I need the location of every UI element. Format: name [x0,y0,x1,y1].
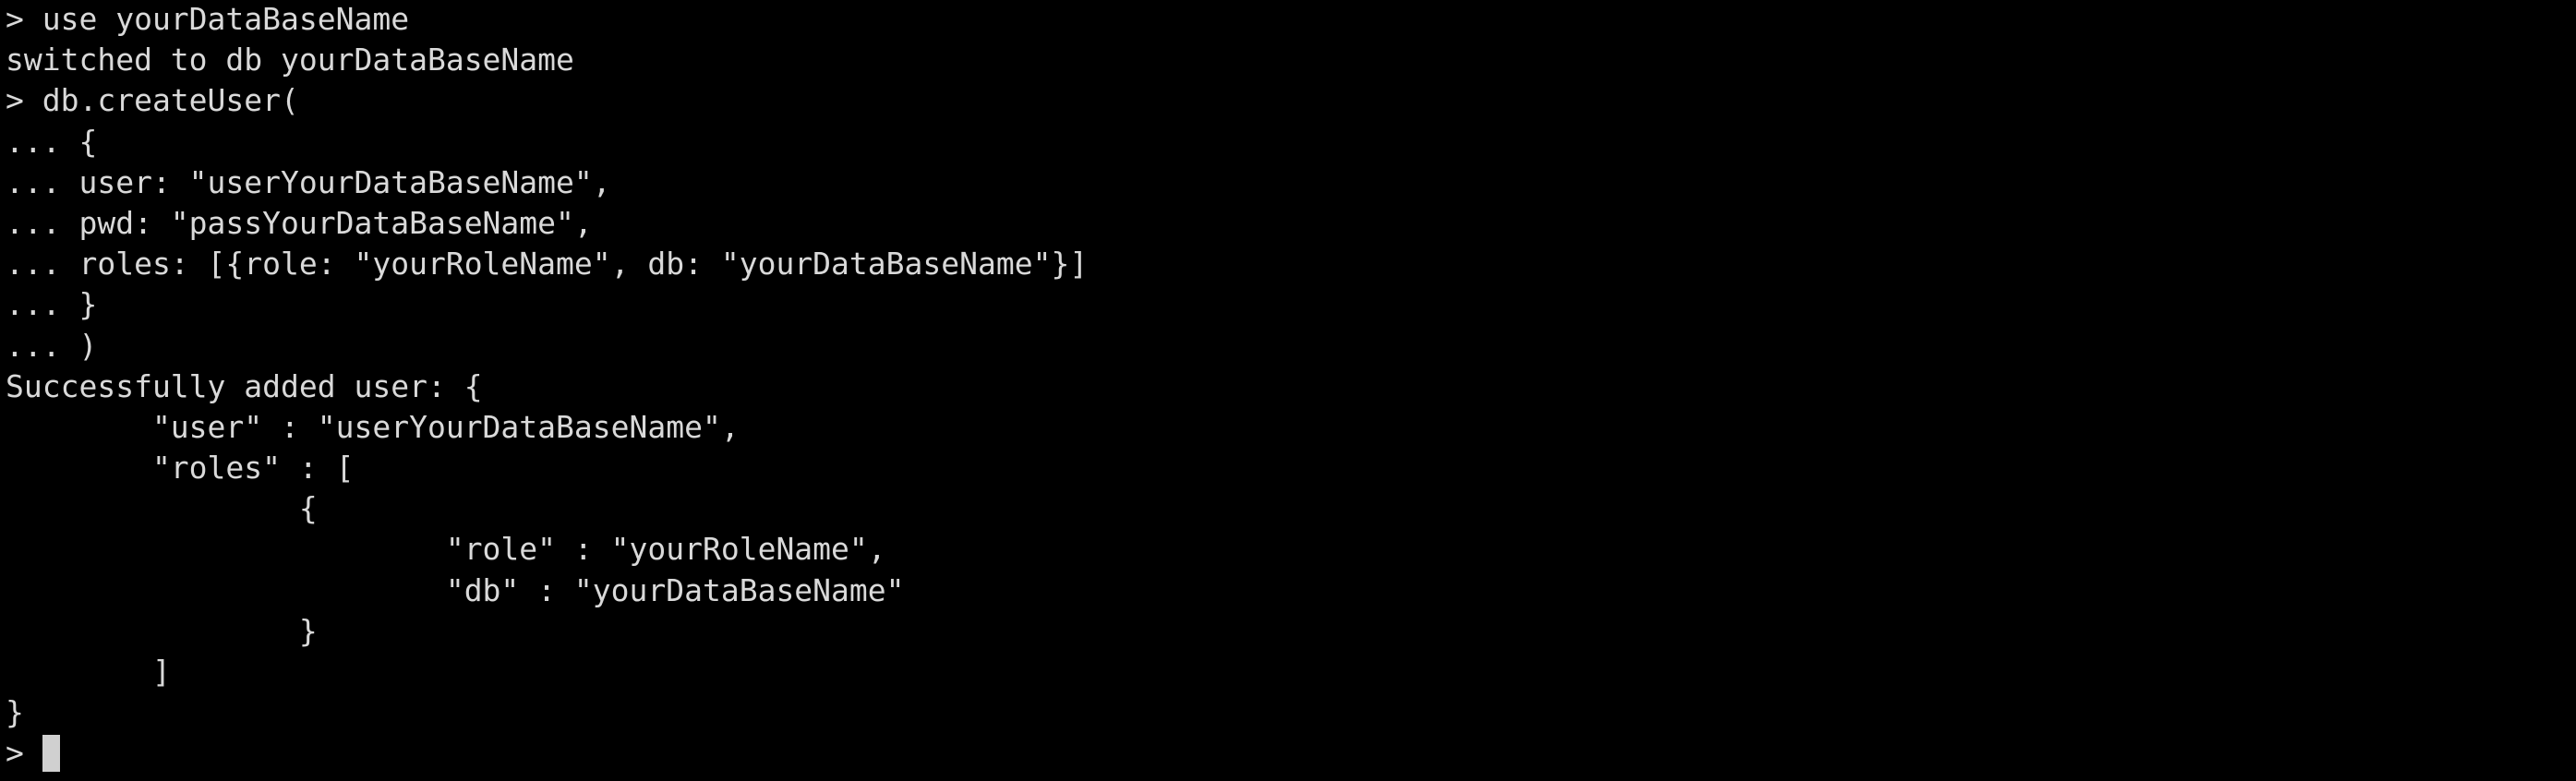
terminal-line: switched to db yourDataBaseName [6,42,574,78]
terminal-line: ... } [6,286,98,323]
terminal-line: ... pwd: "passYourDataBaseName", [6,204,593,241]
terminal-line: ... user: "userYourDataBaseName", [6,163,611,200]
prompt-symbol: > [6,735,24,772]
terminal-line: } [6,612,318,649]
terminal-line: > use yourDataBaseName [6,1,410,37]
terminal-line: "role" : "yourRoleName", [6,531,886,568]
terminal-line: } [6,694,24,731]
terminal-line: ] [6,654,171,690]
terminal-line: ... { [6,123,98,160]
terminal-line: "db" : "yourDataBaseName" [6,571,905,608]
terminal-line: > db.createUser( [6,82,299,119]
terminal-output: > use yourDataBaseName switched to db yo… [6,0,2576,775]
terminal-line: Successfully added user: { [6,367,483,404]
terminal-window[interactable]: > use yourDataBaseName switched to db yo… [0,0,2576,781]
text-cursor[interactable] [42,735,60,773]
terminal-line: "user" : "userYourDataBaseName", [6,408,740,445]
terminal-line: { [6,490,318,527]
terminal-line: ... ) [6,327,98,364]
command-prompt[interactable]: > [6,733,2576,774]
terminal-line: "roles" : [ [6,450,355,487]
terminal-line: ... roles: [{role: "yourRoleName", db: "… [6,246,1089,282]
